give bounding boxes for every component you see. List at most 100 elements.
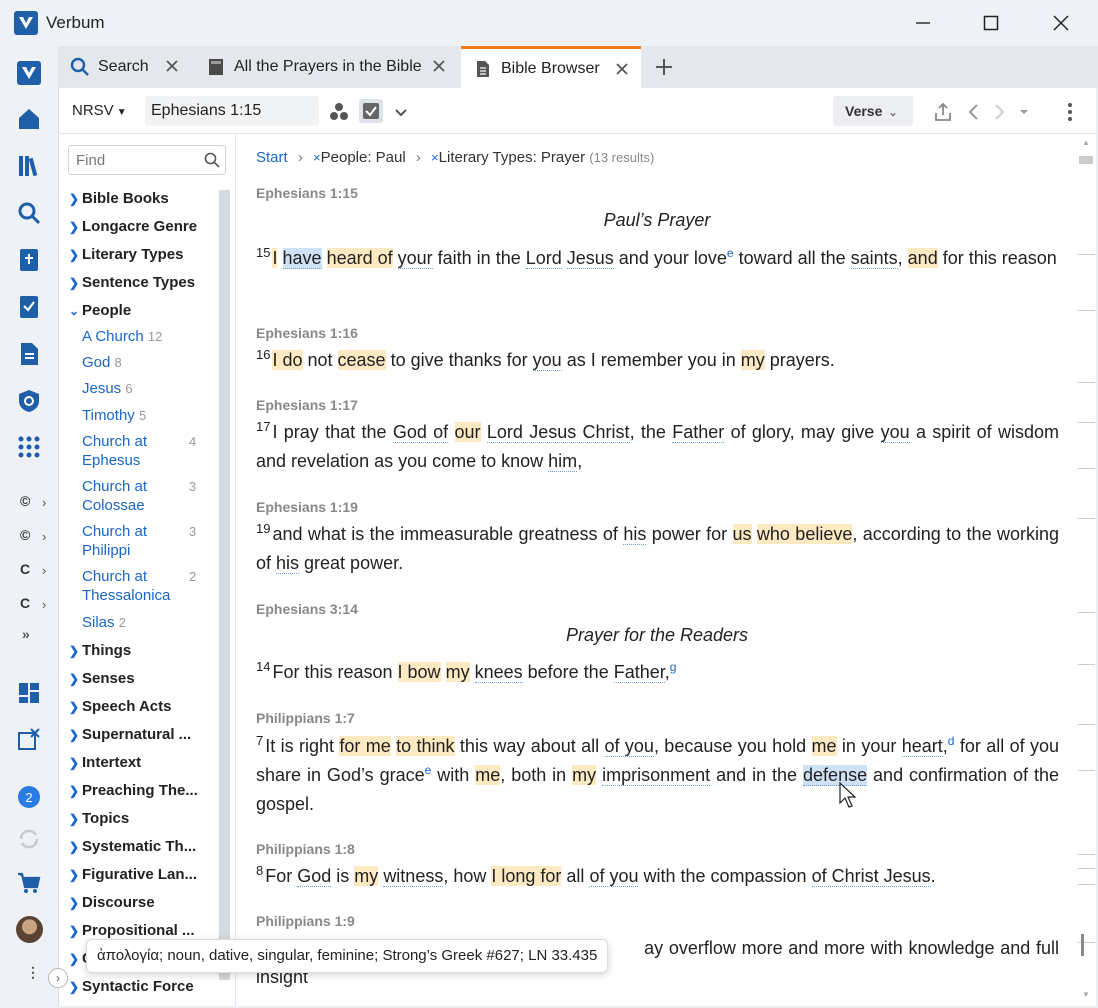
minimize-button[interactable] bbox=[908, 8, 938, 38]
remove-filter-icon[interactable]: × bbox=[313, 150, 321, 165]
passage-ref[interactable]: Philippians 1:7 bbox=[256, 710, 355, 726]
guides-icon[interactable] bbox=[14, 386, 44, 416]
person-a-church[interactable]: A Church 12 bbox=[82, 327, 162, 346]
passage-ref[interactable]: Ephesians 1:15 bbox=[256, 185, 358, 201]
passage-ref[interactable]: Ephesians 1:16 bbox=[256, 325, 358, 341]
history-dropdown-icon[interactable] bbox=[1012, 100, 1036, 124]
bible-icon[interactable] bbox=[14, 245, 44, 275]
person-god[interactable]: God 8 bbox=[82, 353, 122, 372]
passage-ref[interactable]: Ephesians 1:19 bbox=[256, 499, 358, 515]
breadcrumb-filter-literary[interactable]: Literary Types: Prayer bbox=[439, 149, 585, 166]
facet-figurative-language[interactable]: ❯ Figurative Lan... bbox=[69, 866, 197, 883]
verse-text[interactable]: 7 It is right for me to think this way ab… bbox=[256, 732, 1059, 819]
tab-search[interactable]: Search bbox=[58, 46, 191, 88]
resource-c-icon[interactable]: C bbox=[20, 561, 30, 577]
passage-ref[interactable]: Philippians 1:8 bbox=[256, 841, 355, 857]
copyright-resource-icon[interactable]: © bbox=[20, 493, 30, 509]
facet-topics[interactable]: ❯ Topics bbox=[69, 810, 129, 827]
close-window-button[interactable] bbox=[1046, 8, 1076, 38]
resource-c-icon[interactable]: C bbox=[20, 595, 30, 611]
search-icon[interactable] bbox=[14, 198, 44, 228]
close-icon[interactable] bbox=[165, 59, 179, 73]
facet-people[interactable]: ⌄ People bbox=[69, 302, 131, 319]
verse-text[interactable]: 16 I do not cease to give thanks for you … bbox=[256, 346, 1059, 375]
maximize-button[interactable] bbox=[976, 8, 1006, 38]
share-icon[interactable] bbox=[931, 100, 955, 124]
tab-bible-browser[interactable]: Bible Browser bbox=[461, 46, 641, 88]
new-tab-button[interactable] bbox=[654, 46, 684, 88]
search-icon[interactable] bbox=[204, 152, 220, 168]
content-scrollbar[interactable]: ▲ ▼ bbox=[1076, 134, 1097, 1006]
facet-longacre-genre[interactable]: ❯ Longacre Genre bbox=[69, 218, 197, 235]
facet-sentence-types[interactable]: ❯ Sentence Types bbox=[69, 274, 195, 291]
tab-prayers[interactable]: All the Prayers in the Bible bbox=[194, 46, 458, 88]
person-silas[interactable]: Silas 2 bbox=[82, 613, 126, 632]
verse-text[interactable]: 8 For God is my witness, how I long for a… bbox=[256, 862, 1059, 891]
person-jesus[interactable]: Jesus 6 bbox=[82, 379, 133, 398]
passage-ref[interactable]: Ephesians 1:17 bbox=[256, 397, 358, 413]
user-avatar[interactable] bbox=[16, 916, 43, 943]
close-icon[interactable] bbox=[432, 59, 446, 73]
remove-filter-icon[interactable]: × bbox=[431, 150, 439, 165]
facet-senses[interactable]: ❯ Senses bbox=[69, 670, 135, 687]
breadcrumb-filter-people[interactable]: People: Paul bbox=[321, 149, 406, 166]
passage-ref[interactable]: Philippians 1:9 bbox=[256, 913, 355, 929]
footnote-marker[interactable]: e bbox=[425, 763, 432, 777]
cart-icon[interactable] bbox=[14, 868, 44, 898]
more-chevrons-icon[interactable]: » bbox=[22, 626, 30, 642]
facet-things[interactable]: ❯ Things bbox=[69, 642, 131, 659]
facet-systematic-theology[interactable]: ❯ Systematic Th... bbox=[69, 838, 196, 855]
facet-literary-types[interactable]: ❯ Literary Types bbox=[69, 246, 183, 263]
verse-text[interactable]: 15 I have heard of your faith in the Lord… bbox=[256, 244, 1059, 273]
facet-syntactic-force[interactable]: ❯ Syntactic Force bbox=[69, 978, 194, 995]
view-mode-dropdown[interactable]: Verse ⌄ bbox=[833, 96, 913, 126]
bible-version-dropdown[interactable]: NRSV ▼ bbox=[72, 102, 127, 119]
scroll-down-icon[interactable]: ▼ bbox=[1082, 990, 1090, 999]
more-vertical-icon[interactable]: ⋮ bbox=[26, 964, 40, 981]
expand-rail-button[interactable]: › bbox=[48, 968, 68, 988]
verse-text[interactable]: 14 For this reason I bow my knees before … bbox=[256, 658, 1059, 687]
scroll-thumb[interactable] bbox=[1079, 156, 1093, 164]
facet-bible-books[interactable]: ❯ Bible Books bbox=[69, 190, 169, 207]
checklist-toggle-icon[interactable] bbox=[359, 99, 383, 123]
person-timothy[interactable]: Timothy 5 bbox=[82, 406, 146, 425]
notifications-badge[interactable]: 2 bbox=[18, 786, 40, 808]
reading-plan-icon[interactable] bbox=[14, 292, 44, 322]
library-icon[interactable] bbox=[14, 151, 44, 181]
facet-preaching-themes[interactable]: ❯ Preaching The... bbox=[69, 782, 198, 799]
visual-filter-icon[interactable] bbox=[327, 100, 351, 124]
passage-ref[interactable]: Ephesians 3:14 bbox=[256, 601, 358, 617]
layouts-icon[interactable] bbox=[14, 678, 44, 708]
copyright-resource-icon[interactable]: © bbox=[20, 527, 30, 543]
person-church-at-philippi[interactable]: Church at Philippi bbox=[82, 522, 147, 560]
person-church-at-ephesus[interactable]: Church at Ephesus bbox=[82, 432, 147, 470]
reference-input[interactable]: Ephesians 1:15 bbox=[145, 96, 319, 126]
footnote-marker[interactable]: d bbox=[948, 734, 955, 748]
facet-propositional[interactable]: ❯ Propositional ... bbox=[69, 922, 195, 939]
panel-menu-icon[interactable] bbox=[1058, 100, 1082, 124]
chevron-down-icon[interactable] bbox=[389, 100, 413, 124]
footnote-marker[interactable]: e bbox=[727, 246, 734, 260]
find-input[interactable]: Find bbox=[68, 145, 226, 175]
sync-icon[interactable] bbox=[14, 824, 44, 854]
footnote-marker[interactable]: g bbox=[670, 660, 677, 674]
person-church-at-colossae[interactable]: Church at Colossae bbox=[82, 477, 147, 515]
facet-discourse[interactable]: ❯ Discourse bbox=[69, 894, 155, 911]
close-panels-icon[interactable] bbox=[14, 724, 44, 754]
documents-icon[interactable] bbox=[14, 339, 44, 369]
breadcrumb-start[interactable]: Start bbox=[256, 149, 288, 166]
facet-supernatural[interactable]: ❯ Supernatural ... bbox=[69, 726, 191, 743]
verse-text[interactable]: 17 I pray that the God of our Lord Jesus … bbox=[256, 418, 1059, 476]
forward-arrow-icon[interactable] bbox=[987, 100, 1011, 124]
home-icon[interactable] bbox=[14, 104, 44, 134]
facet-speech-acts[interactable]: ❯ Speech Acts bbox=[69, 698, 171, 715]
verse-text[interactable]: 19 and what is the immeasurable greatness… bbox=[256, 520, 1059, 578]
back-arrow-icon[interactable] bbox=[962, 100, 986, 124]
person-church-at-thessalonica[interactable]: Church at Thessalonica bbox=[82, 567, 170, 605]
sidebar-scrollbar[interactable] bbox=[219, 190, 230, 980]
verbum-menu-icon[interactable] bbox=[14, 58, 44, 88]
facet-intertext[interactable]: ❯ Intertext bbox=[69, 754, 141, 771]
scroll-up-icon[interactable]: ▲ bbox=[1082, 138, 1090, 147]
close-icon[interactable] bbox=[615, 62, 629, 76]
apps-grid-icon[interactable] bbox=[14, 432, 44, 462]
